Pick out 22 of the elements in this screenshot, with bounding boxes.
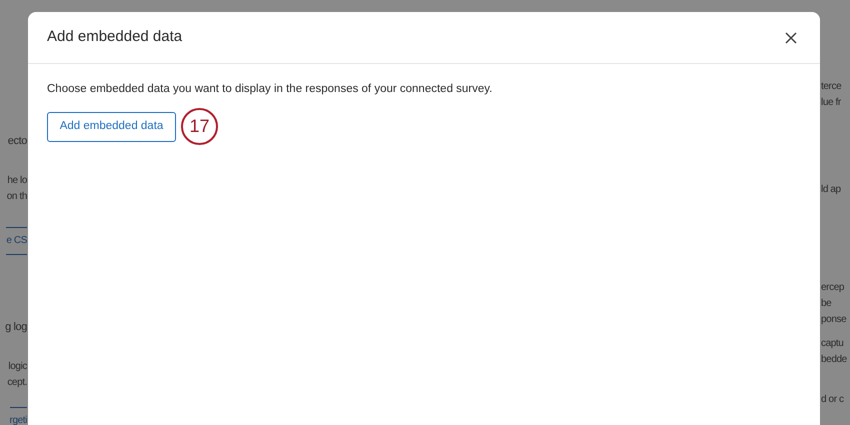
section-heading: ecto	[8, 134, 27, 149]
body-text: ercep	[821, 281, 844, 295]
body-text: he lo	[7, 174, 27, 188]
step-number-badge: 17	[181, 108, 218, 145]
body-text: lue fr	[821, 96, 841, 110]
add-embedded-data-button[interactable]: Add embedded data	[47, 112, 176, 142]
outlined-link-button[interactable]: rgeti	[10, 407, 27, 425]
body-text: terce	[821, 80, 842, 94]
body-text: on th	[6, 190, 27, 204]
dialog-description: Choose embedded data you want to display in the responses of your connected survey.	[47, 82, 494, 97]
body-text: captu	[821, 337, 844, 351]
body-text: ld ap	[821, 183, 841, 197]
body-text: bedde	[821, 353, 847, 367]
section-heading: g log	[5, 320, 27, 335]
body-text: ponse	[821, 313, 846, 327]
body-text: cept.	[7, 376, 27, 390]
close-icon	[785, 32, 797, 44]
dialog-title: Add embedded data	[47, 27, 182, 48]
body-text: logic	[8, 360, 27, 374]
body-text: d or c	[821, 393, 844, 407]
outlined-link-button[interactable]: e CS	[6, 227, 27, 255]
body-text: be	[821, 297, 832, 311]
